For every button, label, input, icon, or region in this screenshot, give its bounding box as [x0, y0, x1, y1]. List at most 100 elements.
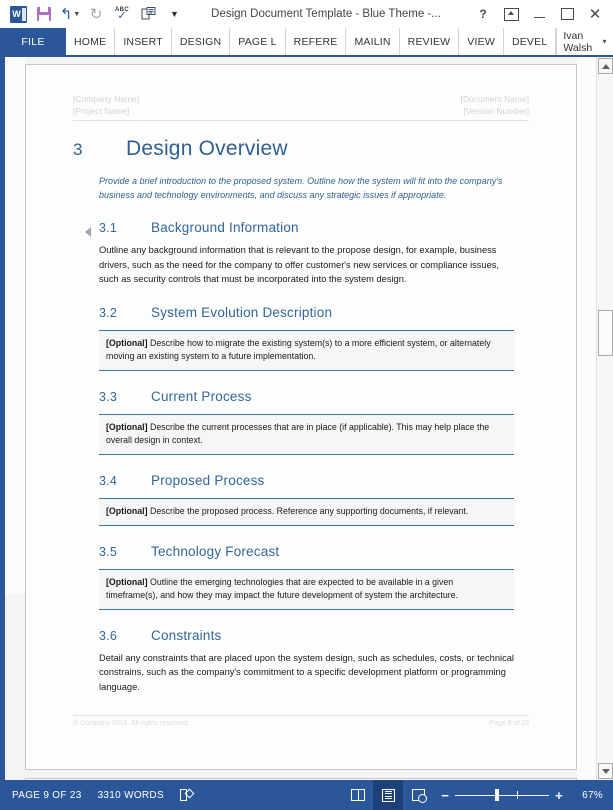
word-logo-icon[interactable]: W — [5, 2, 31, 26]
section-number: 3.2 — [99, 305, 117, 320]
tab-insert[interactable]: INSERT — [115, 28, 172, 55]
scroll-up-icon[interactable] — [598, 58, 613, 74]
page-header: [Company Name] [Project Name] [Document … — [73, 65, 529, 121]
left-gutter-upper — [5, 57, 25, 594]
section-heading-3-5: 3.5 Technology Forecast — [99, 544, 529, 559]
page-indicator[interactable]: PAGE 9 OF 23 — [12, 790, 82, 801]
section-3-4: 3.4 Proposed Process [Optional] Describe… — [73, 473, 529, 526]
optional-note-3-2: [Optional] Describe how to migrate the e… — [99, 329, 514, 371]
status-bar-right: − + 67% — [343, 780, 613, 810]
read-mode-view-button[interactable] — [343, 780, 373, 810]
zoom-slider-thumb[interactable] — [495, 789, 500, 801]
tab-review[interactable]: REVIEW — [400, 28, 460, 55]
window-title: Design Document Template - Blue Theme -.… — [211, 8, 441, 20]
optional-tag: [Optional] — [106, 505, 148, 516]
zoom-control: − + 67% — [441, 789, 603, 802]
tab-developer[interactable]: DEVEL — [504, 28, 557, 55]
spelling-icon[interactable]: ABC ✓ — [109, 2, 135, 26]
section-body-3-6: Detail any constraints that are placed u… — [99, 652, 514, 692]
zoom-slider[interactable] — [455, 789, 550, 801]
section-3-3: 3.3 Current Process [Optional] Describe … — [73, 389, 529, 455]
document-workspace: [Company Name] [Project Name] [Document … — [0, 57, 613, 780]
tab-design[interactable]: DESIGN — [172, 28, 231, 55]
scroll-down-icon[interactable] — [598, 763, 613, 779]
zoom-slider-track — [455, 794, 550, 796]
window-controls: ? ✕ — [469, 2, 613, 26]
word-application-window: W ↰ ▼ ↻ ABC ✓ ▼ Design Document Template -… — [0, 0, 613, 810]
quick-print-glyph — [141, 7, 155, 20]
print-layout-view-button[interactable] — [373, 780, 404, 810]
section-number: 3.6 — [99, 628, 117, 643]
company-name-placeholder: [Company Name] — [73, 94, 140, 104]
redo-icon[interactable]: ↻ — [83, 2, 109, 26]
project-name-placeholder: [Project Name] — [73, 106, 130, 116]
tab-references[interactable]: REFERE — [286, 28, 347, 55]
right-gutter — [577, 57, 596, 780]
zoom-in-button[interactable]: + — [555, 789, 563, 802]
optional-tag: [Optional] — [106, 337, 148, 348]
zoom-out-button[interactable]: − — [441, 789, 449, 802]
web-layout-view-button[interactable] — [403, 780, 433, 810]
chapter-title: Design Overview — [126, 137, 288, 160]
help-button[interactable]: ? — [469, 2, 497, 26]
section-number: 3.3 — [99, 389, 117, 404]
chevron-down-icon[interactable]: ▾ — [603, 37, 607, 46]
section-heading-3-3: 3.3 Current Process — [99, 389, 529, 404]
close-button[interactable]: ✕ — [581, 2, 609, 26]
customize-qat-icon[interactable]: ▼ — [161, 2, 187, 26]
user-name: Ivan Walsh — [563, 29, 593, 54]
tab-home[interactable]: HOME — [66, 28, 116, 55]
minimize-button[interactable] — [525, 2, 553, 26]
section-heading-3-4: 3.4 Proposed Process — [99, 473, 529, 488]
optional-note-3-3: [Optional] Describe the current processe… — [99, 413, 514, 455]
collapse-triangle-icon[interactable] — [85, 227, 91, 237]
status-bar-left: PAGE 9 OF 23 3310 WORDS — [0, 789, 193, 801]
chapter-number: 3 — [73, 140, 83, 159]
section-heading-3-2: 3.2 System Evolution Description — [99, 305, 529, 320]
chapter-heading: 3 Design Overview — [73, 137, 529, 161]
page-footer: © Company 2016. All rights reserved. Pag… — [73, 715, 529, 727]
optional-text: Outline the emerging technologies that a… — [106, 576, 459, 600]
version-number-placeholder: [Version Number] — [463, 106, 529, 116]
section-3-2: 3.2 System Evolution Description [Option… — [73, 305, 529, 371]
section-title: Technology Forecast — [151, 543, 280, 559]
optional-text: Describe the proposed process. Reference… — [147, 505, 469, 516]
ribbon-display-options-icon[interactable] — [497, 2, 525, 26]
tab-view[interactable]: VIEW — [459, 28, 504, 55]
document-page[interactable]: [Company Name] [Project Name] [Document … — [25, 64, 577, 770]
maximize-button[interactable] — [553, 2, 581, 26]
track-changes-icon[interactable] — [179, 789, 193, 801]
vertical-scrollbar[interactable] — [596, 57, 613, 780]
section-title: Proposed Process — [151, 472, 265, 488]
section-title: System Evolution Description — [151, 304, 333, 320]
user-account[interactable]: Ivan Walsh ▾ K — [556, 28, 613, 55]
zoom-slider-midpoint — [517, 791, 519, 799]
undo-icon[interactable]: ↰ ▼ — [57, 2, 83, 26]
section-heading-3-1: 3.1 Background Information — [99, 220, 529, 235]
section-3-6: 3.6 Constraints Detail any constraints t… — [73, 628, 529, 695]
page-header-right: [Document Name] [Version Number] — [461, 93, 530, 117]
chapter-intro-text: Provide a brief introduction to the prop… — [99, 176, 503, 200]
section-title: Current Process — [151, 388, 252, 404]
left-gutter-lower — [5, 594, 25, 780]
title-bar: W ↰ ▼ ↻ ABC ✓ ▼ Design Document Template -… — [0, 0, 613, 28]
tab-file[interactable]: FILE — [0, 28, 66, 55]
section-body-3-1: Outline any background information that … — [99, 245, 500, 284]
word-count[interactable]: 3310 WORDS — [98, 790, 164, 801]
section-3-5: 3.5 Technology Forecast [Optional] Outli… — [73, 544, 529, 610]
section-title: Constraints — [151, 627, 222, 643]
section-3-1: 3.1 Background Information Outline any b… — [73, 220, 529, 287]
status-bar: PAGE 9 OF 23 3310 WORDS − + 67% — [0, 780, 613, 810]
tab-mailings[interactable]: MAILIN — [346, 28, 400, 55]
section-number: 3.4 — [99, 473, 117, 488]
tab-page-layout[interactable]: PAGE L — [230, 28, 286, 55]
scrollbar-thumb[interactable] — [598, 310, 613, 356]
save-icon[interactable] — [31, 2, 57, 26]
optional-text: Describe how to migrate the existing sys… — [106, 337, 491, 361]
page-content: [Company Name] [Project Name] [Document … — [26, 65, 576, 769]
quick-access-toolbar: W ↰ ▼ ↻ ABC ✓ ▼ — [0, 2, 187, 26]
zoom-level-label[interactable]: 67% — [577, 790, 603, 801]
quick-print-icon[interactable] — [135, 2, 161, 26]
section-number: 3.5 — [99, 544, 117, 559]
document-name-placeholder: [Document Name] — [460, 94, 530, 104]
